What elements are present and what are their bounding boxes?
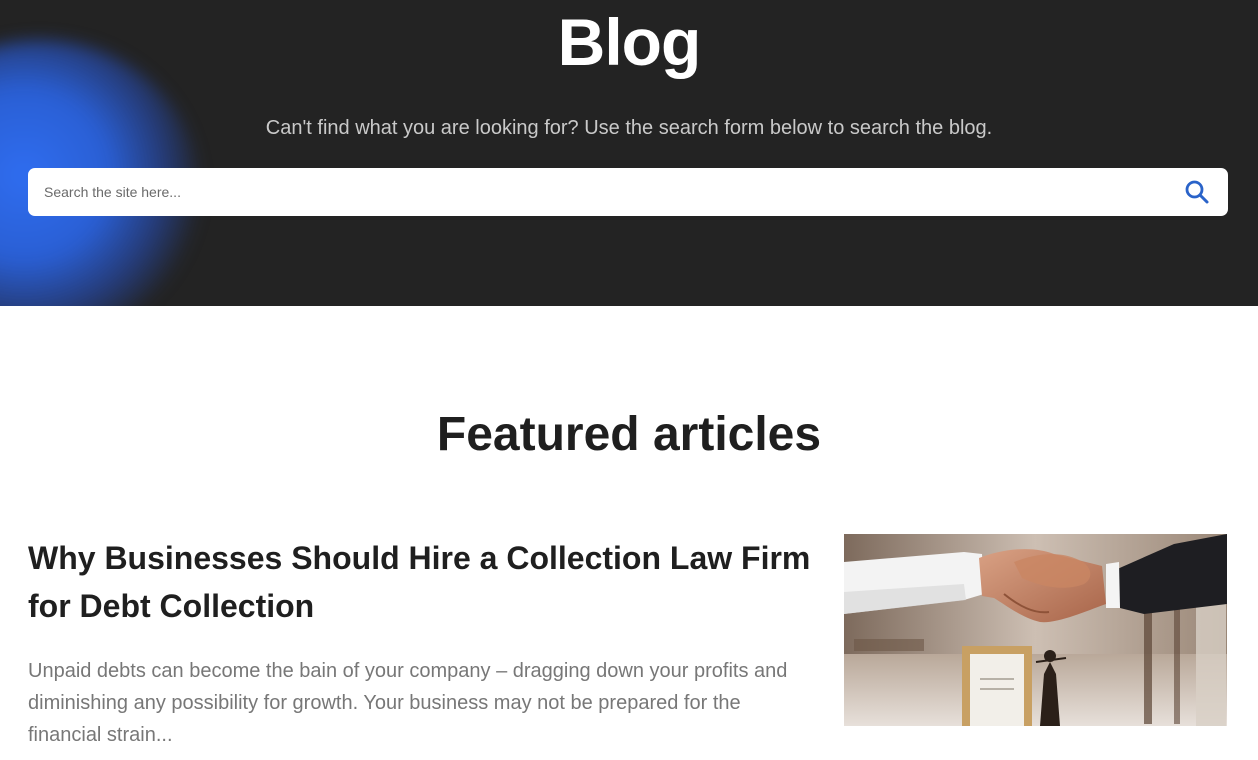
blog-hero: Blog Can't find what you are looking for… bbox=[0, 0, 1258, 306]
article-excerpt: Unpaid debts can become the bain of your… bbox=[28, 660, 788, 746]
page-title: Blog bbox=[557, 5, 702, 79]
article-thumbnail-handshake[interactable] bbox=[844, 534, 1227, 726]
hero-subtitle: Can't find what you are looking for? Use… bbox=[265, 117, 993, 139]
article-title-link[interactable]: Why Businesses Should Hire a Collection … bbox=[28, 534, 828, 630]
search-input[interactable] bbox=[28, 168, 1158, 216]
search-form bbox=[28, 168, 1228, 216]
search-icon[interactable] bbox=[1184, 179, 1210, 205]
featured-articles-heading: Featured articles bbox=[436, 408, 822, 461]
